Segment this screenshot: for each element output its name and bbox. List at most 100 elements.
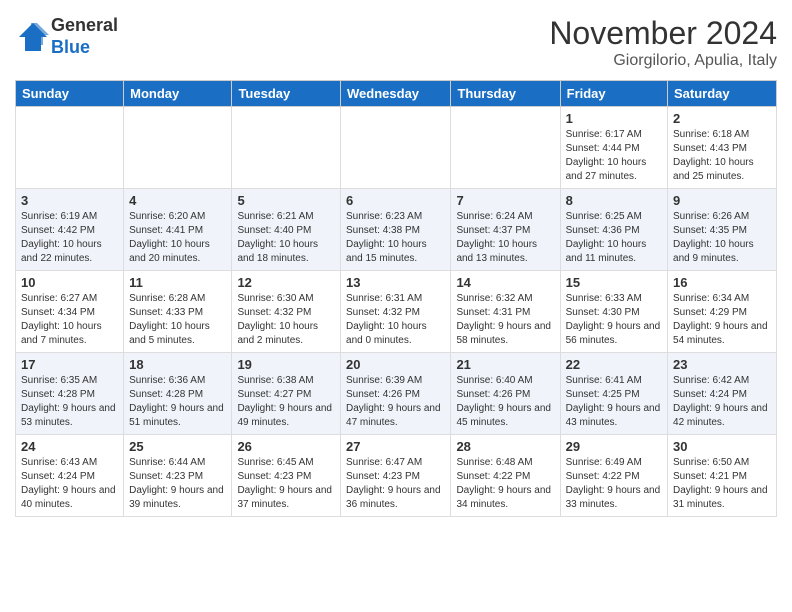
day-number-18: 18 bbox=[129, 357, 226, 372]
cell-w3-d2: 11 Sunrise: 6:28 AMSunset: 4:33 PMDayligh… bbox=[124, 271, 232, 353]
day-info-9: Sunrise: 6:26 AMSunset: 4:35 PMDaylight:… bbox=[673, 210, 771, 266]
day-number-28: 28 bbox=[456, 439, 554, 454]
day-number-26: 26 bbox=[237, 439, 335, 454]
day-info-7: Sunrise: 6:24 AMSunset: 4:37 PMDaylight:… bbox=[456, 210, 554, 266]
day-info-19: Sunrise: 6:38 AMSunset: 4:27 PMDaylight:… bbox=[237, 374, 335, 430]
week-row-5: 24 Sunrise: 6:43 AMSunset: 4:24 PMDayligh… bbox=[16, 435, 777, 517]
cell-w3-d1: 10Sunrise: 6:27 AMSunset: 4:34 PMDayligh… bbox=[16, 271, 124, 353]
col-tuesday: Tuesday bbox=[232, 81, 341, 107]
day-info-14: Sunrise: 6:32 AMSunset: 4:31 PMDaylight:… bbox=[456, 292, 554, 348]
day-number-22: 22 bbox=[566, 357, 662, 372]
day-info-1: Sunrise: 6:17 AMSunset: 4:44 PMDaylight:… bbox=[566, 128, 662, 184]
col-saturday: Saturday bbox=[668, 81, 777, 107]
day-info-16: Sunrise: 6:34 AMSunset: 4:29 PMDaylight:… bbox=[673, 292, 771, 348]
day-info-24: Sunrise: 6:43 AMSunset: 4:24 PMDaylight:… bbox=[21, 456, 118, 512]
day-info-21: Sunrise: 6:40 AMSunset: 4:26 PMDaylight:… bbox=[456, 374, 554, 430]
day-info-30: Sunrise: 6:50 AMSunset: 4:21 PMDaylight:… bbox=[673, 456, 771, 512]
title-block: November 2024 Giorgilorio, Apulia, Italy bbox=[549, 15, 777, 70]
day-info-5: Sunrise: 6:21 AMSunset: 4:40 PMDaylight:… bbox=[237, 210, 335, 266]
cell-w4-d2: 18 Sunrise: 6:36 AMSunset: 4:28 PMDayligh… bbox=[124, 353, 232, 435]
day-info-25: Sunrise: 6:44 AMSunset: 4:23 PMDaylight:… bbox=[129, 456, 226, 512]
day-info-4: Sunrise: 6:20 AMSunset: 4:41 PMDaylight:… bbox=[129, 210, 226, 266]
col-sunday: Sunday bbox=[16, 81, 124, 107]
cell-w3-d3: 12 Sunrise: 6:30 AMSunset: 4:32 PMDayligh… bbox=[232, 271, 341, 353]
day-number-17: 17 bbox=[21, 357, 118, 372]
cell-w3-d4: 13Sunrise: 6:31 AMSunset: 4:32 PMDayligh… bbox=[341, 271, 451, 353]
calendar-body: 1 Sunrise: 6:17 AMSunset: 4:44 PMDaylight… bbox=[16, 107, 777, 517]
logo: General Blue bbox=[15, 15, 118, 58]
day-number-13: 13 bbox=[346, 275, 445, 290]
header-row: Sunday Monday Tuesday Wednesday Thursday… bbox=[16, 81, 777, 107]
day-number-19: 19 bbox=[237, 357, 335, 372]
day-info-2: Sunrise: 6:18 AMSunset: 4:43 PMDaylight:… bbox=[673, 128, 771, 184]
day-info-20: Sunrise: 6:39 AMSunset: 4:26 PMDaylight:… bbox=[346, 374, 445, 430]
day-number-23: 23 bbox=[673, 357, 771, 372]
cell-w4-d3: 19 Sunrise: 6:38 AMSunset: 4:27 PMDayligh… bbox=[232, 353, 341, 435]
cell-w4-d5: 21 Sunrise: 6:40 AMSunset: 4:26 PMDayligh… bbox=[451, 353, 560, 435]
day-number-3: 3 bbox=[21, 193, 118, 208]
day-number-1: 1 bbox=[566, 111, 662, 126]
cell-w1-d2 bbox=[124, 107, 232, 189]
cell-w2-d5: 7 Sunrise: 6:24 AMSunset: 4:37 PMDaylight… bbox=[451, 189, 560, 271]
day-info-3: Sunrise: 6:19 AMSunset: 4:42 PMDaylight:… bbox=[21, 210, 118, 266]
day-number-6: 6 bbox=[346, 193, 445, 208]
col-thursday: Thursday bbox=[451, 81, 560, 107]
cell-w3-d5: 14Sunrise: 6:32 AMSunset: 4:31 PMDayligh… bbox=[451, 271, 560, 353]
day-number-20: 20 bbox=[346, 357, 445, 372]
day-number-29: 29 bbox=[566, 439, 662, 454]
cell-w1-d5 bbox=[451, 107, 560, 189]
day-info-11: Sunrise: 6:28 AMSunset: 4:33 PMDaylight:… bbox=[129, 292, 226, 348]
day-number-21: 21 bbox=[456, 357, 554, 372]
location: Giorgilorio, Apulia, Italy bbox=[549, 52, 777, 70]
cell-w4-d1: 17 Sunrise: 6:35 AMSunset: 4:28 PMDayligh… bbox=[16, 353, 124, 435]
cell-w2-d3: 5Sunrise: 6:21 AMSunset: 4:40 PMDaylight… bbox=[232, 189, 341, 271]
cell-w3-d7: 16Sunrise: 6:34 AMSunset: 4:29 PMDayligh… bbox=[668, 271, 777, 353]
page: General Blue November 2024 Giorgilorio, … bbox=[0, 0, 792, 612]
cell-w5-d2: 25Sunrise: 6:44 AMSunset: 4:23 PMDayligh… bbox=[124, 435, 232, 517]
day-number-11: 11 bbox=[129, 275, 226, 290]
col-wednesday: Wednesday bbox=[341, 81, 451, 107]
day-number-24: 24 bbox=[21, 439, 118, 454]
cell-w2-d1: 3 Sunrise: 6:19 AMSunset: 4:42 PMDaylight… bbox=[16, 189, 124, 271]
calendar-header: Sunday Monday Tuesday Wednesday Thursday… bbox=[16, 81, 777, 107]
week-row-3: 10Sunrise: 6:27 AMSunset: 4:34 PMDayligh… bbox=[16, 271, 777, 353]
col-monday: Monday bbox=[124, 81, 232, 107]
logo-blue: Blue bbox=[51, 37, 90, 57]
day-number-8: 8 bbox=[566, 193, 662, 208]
week-row-4: 17 Sunrise: 6:35 AMSunset: 4:28 PMDayligh… bbox=[16, 353, 777, 435]
week-row-1: 1 Sunrise: 6:17 AMSunset: 4:44 PMDaylight… bbox=[16, 107, 777, 189]
calendar: Sunday Monday Tuesday Wednesday Thursday… bbox=[15, 80, 777, 517]
cell-w4-d7: 23Sunrise: 6:42 AMSunset: 4:24 PMDayligh… bbox=[668, 353, 777, 435]
day-info-28: Sunrise: 6:48 AMSunset: 4:22 PMDaylight:… bbox=[456, 456, 554, 512]
cell-w1-d7: 2 Sunrise: 6:18 AMSunset: 4:43 PMDaylight… bbox=[668, 107, 777, 189]
cell-w5-d3: 26Sunrise: 6:45 AMSunset: 4:23 PMDayligh… bbox=[232, 435, 341, 517]
cell-w1-d6: 1 Sunrise: 6:17 AMSunset: 4:44 PMDaylight… bbox=[560, 107, 667, 189]
cell-w5-d6: 29 Sunrise: 6:49 AMSunset: 4:22 PMDayligh… bbox=[560, 435, 667, 517]
day-info-18: Sunrise: 6:36 AMSunset: 4:28 PMDaylight:… bbox=[129, 374, 226, 430]
day-number-4: 4 bbox=[129, 193, 226, 208]
day-number-7: 7 bbox=[456, 193, 554, 208]
day-number-12: 12 bbox=[237, 275, 335, 290]
day-number-30: 30 bbox=[673, 439, 771, 454]
logo-general: General bbox=[51, 15, 118, 35]
cell-w5-d5: 28 Sunrise: 6:48 AMSunset: 4:22 PMDayligh… bbox=[451, 435, 560, 517]
day-info-29: Sunrise: 6:49 AMSunset: 4:22 PMDaylight:… bbox=[566, 456, 662, 512]
day-info-12: Sunrise: 6:30 AMSunset: 4:32 PMDaylight:… bbox=[237, 292, 335, 348]
logo-icon bbox=[15, 19, 51, 55]
cell-w5-d4: 27Sunrise: 6:47 AMSunset: 4:23 PMDayligh… bbox=[341, 435, 451, 517]
cell-w2-d4: 6 Sunrise: 6:23 AMSunset: 4:38 PMDaylight… bbox=[341, 189, 451, 271]
cell-w5-d7: 30 Sunrise: 6:50 AMSunset: 4:21 PMDayligh… bbox=[668, 435, 777, 517]
day-info-10: Sunrise: 6:27 AMSunset: 4:34 PMDaylight:… bbox=[21, 292, 118, 348]
day-number-27: 27 bbox=[346, 439, 445, 454]
cell-w5-d1: 24 Sunrise: 6:43 AMSunset: 4:24 PMDayligh… bbox=[16, 435, 124, 517]
day-info-17: Sunrise: 6:35 AMSunset: 4:28 PMDaylight:… bbox=[21, 374, 118, 430]
cell-w2-d7: 9 Sunrise: 6:26 AMSunset: 4:35 PMDaylight… bbox=[668, 189, 777, 271]
day-number-9: 9 bbox=[673, 193, 771, 208]
day-info-22: Sunrise: 6:41 AMSunset: 4:25 PMDaylight:… bbox=[566, 374, 662, 430]
logo-text: General Blue bbox=[51, 15, 118, 58]
day-number-2: 2 bbox=[673, 111, 771, 126]
col-friday: Friday bbox=[560, 81, 667, 107]
day-info-6: Sunrise: 6:23 AMSunset: 4:38 PMDaylight:… bbox=[346, 210, 445, 266]
cell-w4-d4: 20 Sunrise: 6:39 AMSunset: 4:26 PMDayligh… bbox=[341, 353, 451, 435]
week-row-2: 3 Sunrise: 6:19 AMSunset: 4:42 PMDaylight… bbox=[16, 189, 777, 271]
